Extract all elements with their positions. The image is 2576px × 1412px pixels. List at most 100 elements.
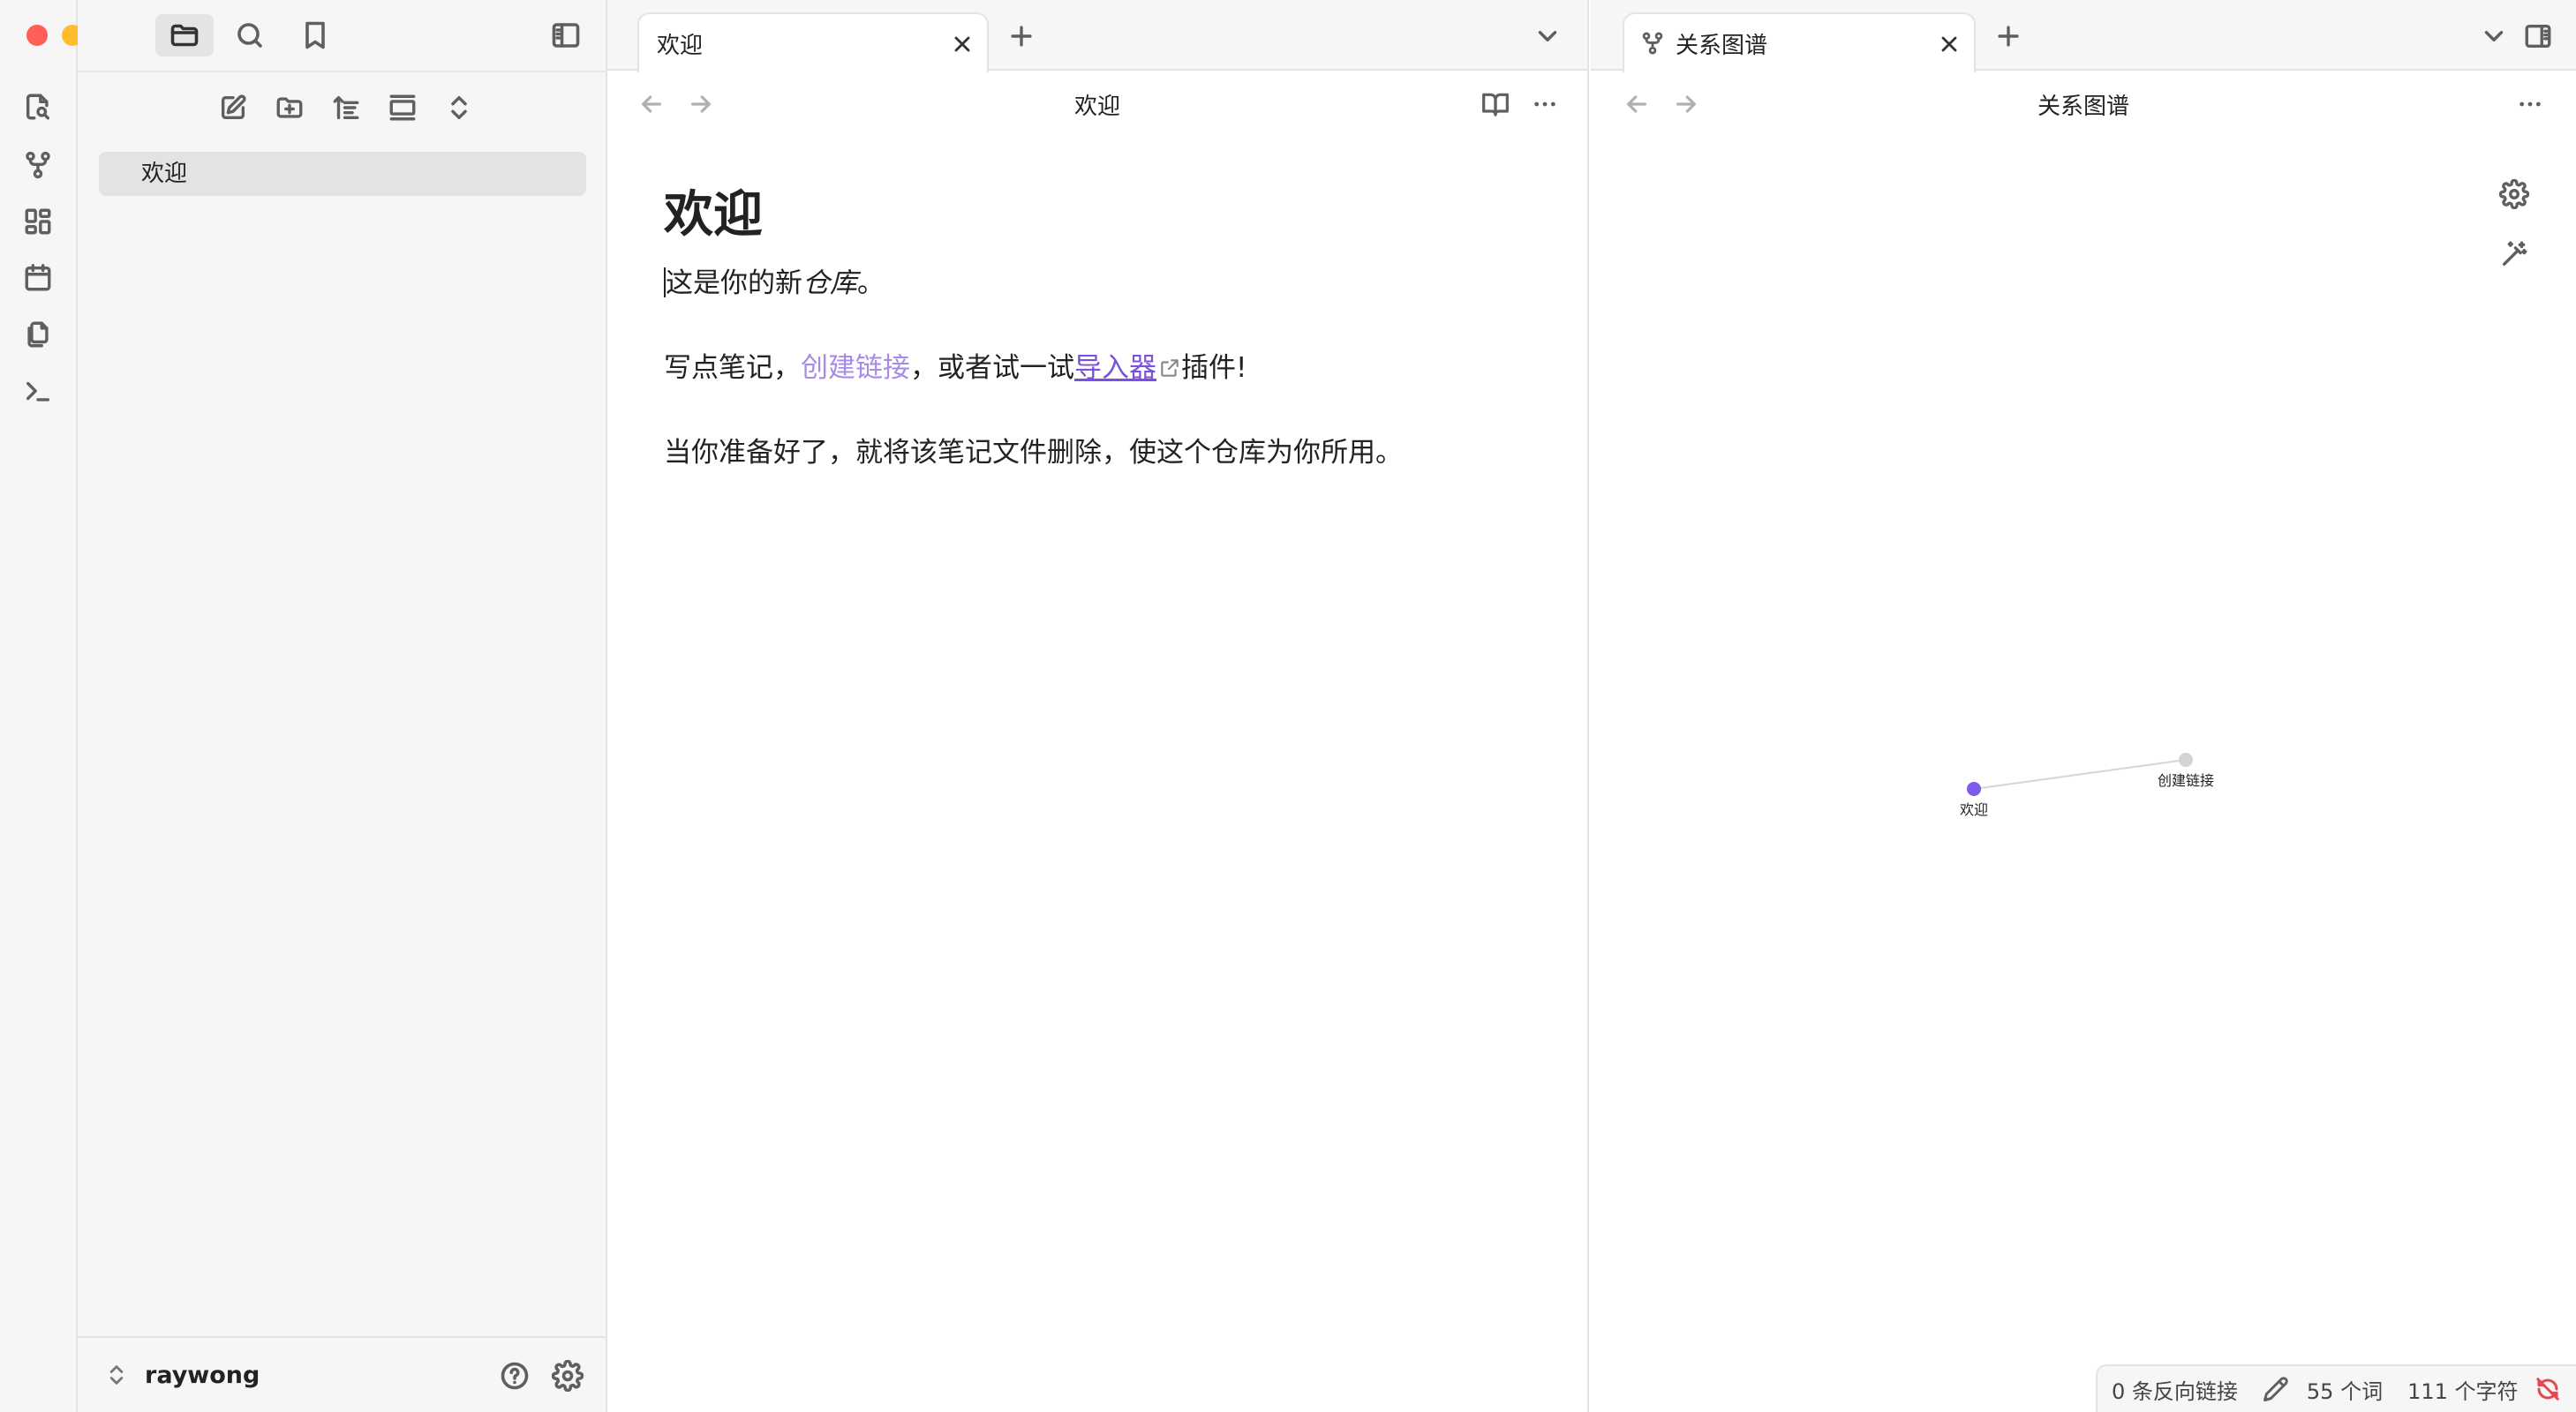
close-icon: [954, 36, 970, 52]
bookmarks-tab-button[interactable]: [286, 14, 344, 56]
close-window-button[interactable]: [26, 25, 48, 46]
new-tab-button[interactable]: [1003, 18, 1040, 55]
file-search-icon: [26, 94, 50, 120]
help-circle-icon: [501, 1362, 529, 1390]
sidebar-left-icon: [552, 23, 580, 48]
sidebar-divider: [78, 71, 607, 72]
chevrons-up-down-icon: [109, 1365, 124, 1385]
file-item-welcome[interactable]: 欢迎: [99, 152, 586, 196]
chevrons-up-down-icon: [451, 95, 467, 120]
edit-icon: [221, 94, 246, 120]
pencil-icon[interactable]: [2263, 1376, 2289, 1402]
calendar-icon: [25, 264, 51, 291]
graph-node-create-link[interactable]: [2179, 753, 2193, 767]
graph-canvas[interactable]: 欢迎 创建链接: [1591, 134, 2576, 1352]
new-tab-button[interactable]: [1990, 18, 2027, 55]
change-sort-order-button[interactable]: [325, 86, 367, 129]
view-header: 欢迎: [607, 72, 1587, 134]
note-text: 这是你的新: [666, 267, 802, 300]
toggle-right-sidebar-button[interactable]: [2520, 18, 2557, 55]
auto-reveal-file-button[interactable]: [381, 86, 424, 129]
tab-graph-view[interactable]: 关系图谱: [1623, 12, 1976, 72]
git-fork-icon: [26, 151, 50, 179]
open-quick-switcher-button[interactable]: [18, 86, 58, 127]
tab-list-button[interactable]: [2475, 18, 2512, 55]
note-heading: 欢迎: [664, 186, 763, 244]
insert-template-button[interactable]: [18, 314, 58, 355]
note-text: ，或者试一试: [910, 352, 1074, 385]
reading-view-button[interactable]: [1476, 85, 1515, 124]
more-options-button[interactable]: [1525, 85, 1564, 124]
vault-name: raywong: [145, 1361, 260, 1389]
new-folder-button[interactable]: [268, 86, 311, 129]
folder-plus-icon: [276, 97, 303, 118]
plus-icon: [1998, 26, 2019, 47]
more-options-button[interactable]: [2511, 85, 2550, 124]
graph-pane: 关系图谱 关系图谱 欢迎 创建链接: [1591, 0, 2576, 1412]
plus-icon: [1011, 26, 1032, 47]
sidebar-footer: raywong: [78, 1336, 607, 1412]
more-horizontal-icon: [2520, 101, 2541, 107]
more-horizontal-icon: [1534, 101, 1555, 107]
note-text: 。: [857, 267, 885, 300]
note-text: 插件!: [1181, 352, 1247, 385]
sort-icon: [333, 95, 359, 120]
character-count: 111 个字符: [2407, 1378, 2519, 1404]
note-editor[interactable]: 欢迎 这是你的新仓库。 写点笔记，创建链接，或者试一试导入器 插件! 当你准备好了…: [664, 185, 1529, 516]
tab-title: 关系图谱: [1676, 32, 1768, 59]
help-button[interactable]: [496, 1357, 533, 1394]
open-command-palette-button[interactable]: [18, 371, 58, 411]
word-count: 55 个词: [2306, 1378, 2384, 1404]
files-tab-button[interactable]: [155, 14, 214, 56]
internal-link-create-link[interactable]: 创建链接: [801, 352, 910, 384]
view-header-title[interactable]: 欢迎: [607, 88, 1587, 121]
file-explorer-actions: [212, 86, 480, 129]
external-link-icon: [1161, 359, 1179, 377]
tab-title: 欢迎: [657, 32, 704, 59]
close-tab-button[interactable]: [948, 30, 976, 58]
bookmark-icon: [305, 21, 325, 49]
graph-edge: [1973, 759, 2187, 790]
git-fork-icon: [1642, 32, 1663, 55]
external-link-importer[interactable]: 导入器: [1074, 352, 1156, 384]
settings-button[interactable]: [549, 1357, 586, 1394]
search-icon: [237, 23, 262, 48]
chevron-down-icon: [2484, 31, 2504, 41]
graph-node-label: 欢迎: [1960, 801, 1988, 818]
gallery-vertical-icon: [389, 94, 416, 121]
graph-node-label: 创建链接: [2158, 772, 2214, 789]
note-paragraph-1: 这是你的新仓库。: [664, 262, 1529, 304]
tab-bar: 关系图谱: [1591, 0, 2576, 72]
status-bar: 0 条反向链接 55 个词 111 个字符: [2096, 1364, 2576, 1412]
tab-welcome[interactable]: 欢迎: [637, 12, 989, 72]
vault-switcher[interactable]: raywong: [104, 1357, 260, 1393]
sync-error-icon[interactable]: [2535, 1376, 2561, 1402]
terminal-icon: [26, 381, 50, 402]
note-italic-text: 仓库: [802, 267, 857, 300]
view-header: 关系图谱: [1591, 72, 2576, 134]
ribbon: [0, 0, 118, 1412]
graph-node-welcome[interactable]: [1967, 782, 1981, 796]
note-paragraph-2: 写点笔记，创建链接，或者试一试导入器 插件!: [664, 347, 1529, 389]
view-header-title[interactable]: 关系图谱: [1591, 88, 2576, 121]
open-daily-note-button[interactable]: [18, 258, 58, 298]
backlinks-count[interactable]: 0 条反向链接: [2112, 1374, 2238, 1405]
expand-collapse-all-button[interactable]: [438, 86, 480, 129]
gear-icon: [552, 1360, 584, 1392]
collapse-sidebar-button[interactable]: [537, 14, 595, 56]
sidebar-right-icon: [2525, 24, 2551, 49]
open-canvas-button[interactable]: [18, 201, 58, 242]
editor-pane: 欢迎 欢迎 欢迎 这是你的新仓库。 写点笔记，创建链接，或者试一试导入器插件!: [607, 0, 1589, 1412]
layout-dashboard-icon: [25, 208, 51, 235]
chevron-down-icon: [1538, 31, 1557, 41]
folder-open-icon: [170, 24, 199, 47]
new-note-button[interactable]: [212, 86, 254, 129]
book-open-icon: [1482, 93, 1509, 116]
close-tab-button[interactable]: [1935, 30, 1963, 58]
tab-list-button[interactable]: [1529, 18, 1566, 55]
open-graph-view-button[interactable]: [18, 145, 58, 185]
note-paragraph-3: 当你准备好了，就将该笔记文件删除，使这个仓库为你所用。: [664, 437, 1403, 469]
search-tab-button[interactable]: [221, 14, 279, 56]
tab-bar: 欢迎: [607, 0, 1587, 72]
close-icon: [1941, 36, 1957, 52]
